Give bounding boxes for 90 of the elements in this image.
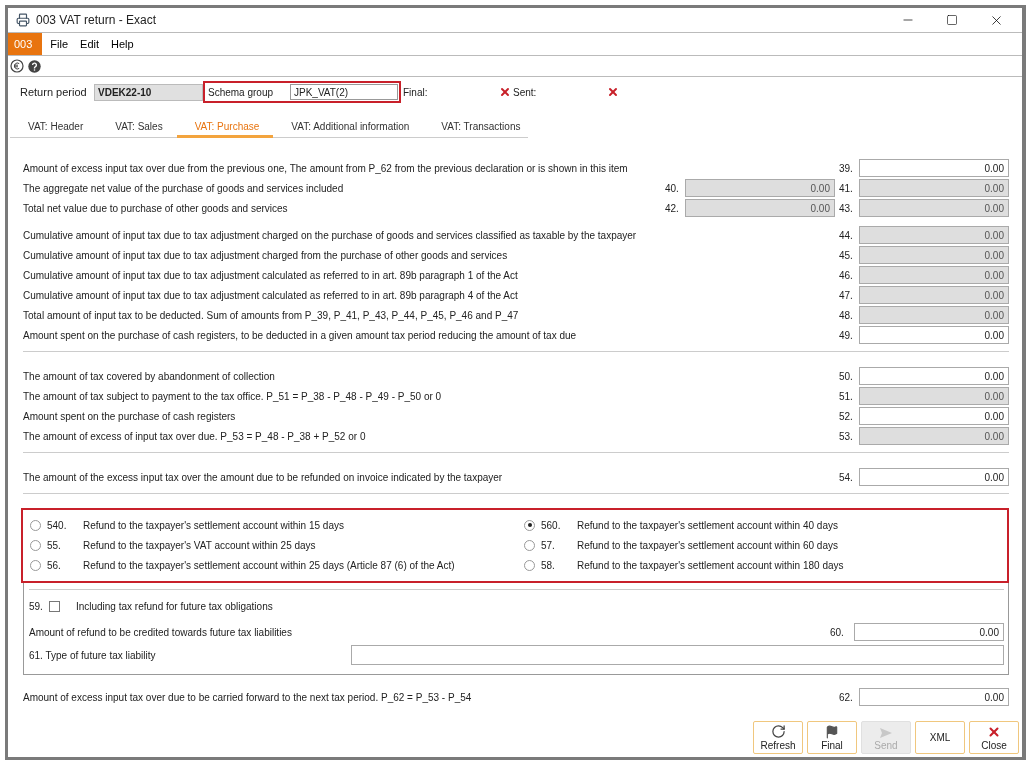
maximize-icon <box>946 14 958 26</box>
item-number: 43. <box>838 202 854 214</box>
amount-field[interactable]: 0.00 <box>859 326 1009 344</box>
flag-icon <box>825 725 839 739</box>
flag-label: Final: <box>402 86 429 98</box>
refund-option[interactable]: 540. Refund to the taxpayer's settlement account within 15 days <box>23 515 517 535</box>
input-field[interactable] <box>351 645 1004 665</box>
schema-group-field[interactable]: JPK_VAT(2) <box>290 84 398 100</box>
item-number: 40. <box>665 182 680 194</box>
row-label: The amount of tax covered by abandonment of collection <box>23 370 276 382</box>
return-period-field: VDEK22-10 <box>94 83 203 101</box>
item-number: 44. <box>838 229 854 241</box>
amount-field: 0.00 <box>859 387 1009 405</box>
amount-field[interactable]: 0.00 <box>859 367 1009 385</box>
close-icon <box>987 725 1001 739</box>
amount-field: 0.00 <box>859 306 1009 324</box>
row-label: Amount of excess input tax over due to be carried forward to the next tax period. P_62 = P_53 - P_54 <box>23 691 473 703</box>
refund-option[interactable]: 57. Refund to the taxpayer's settlement account within 60 days <box>517 535 1007 555</box>
row-label: Cumulative amount of input tax due to tax adjustment charged from the purchase of other goods and services <box>23 249 509 261</box>
amount-field: 0.00 <box>859 199 1009 217</box>
row-label: The aggregate net value of the purchase of goods and services included <box>23 182 345 194</box>
row-label: Amount spent on the purchase of cash registers <box>23 410 237 422</box>
item-number: 60. <box>830 626 845 638</box>
xml-button[interactable]: XML <box>915 721 965 754</box>
amount-field: 0.00 <box>859 226 1009 244</box>
refund-option[interactable]: 55. Refund to the taxpayer's VAT account within 25 days <box>23 535 517 555</box>
menu-item[interactable]: Edit <box>76 38 104 50</box>
tab[interactable]: VAT: Sales <box>97 117 177 138</box>
item-number: 59. <box>29 600 43 612</box>
refund-option[interactable]: 58. Refund to the taxpayer's settlement account within 180 days <box>517 555 1007 575</box>
row-label: Cumulative amount of input tax due to tax adjustment charged on the purchase of goods and services classified as taxable by the taxpayer <box>23 229 638 241</box>
checkbox[interactable] <box>48 600 60 612</box>
amount-field[interactable]: 0.00 <box>859 407 1009 425</box>
help-icon[interactable] <box>28 59 41 73</box>
amount-field[interactable]: 0.00 <box>854 623 1004 641</box>
item-number: 52. <box>838 410 854 422</box>
row-label: Total amount of input tax to be deducted. Sum of amounts from P_39, P_41, P_43, P_44, P_45, P_46 and P_47 <box>23 309 520 321</box>
row-label: Amount of excess input tax over due from the previous one, The amount from P_62 from the previous declaration or is shown in this item <box>23 162 629 174</box>
refund-option[interactable]: 560. Refund to the taxpayer's settlement account within 40 days <box>517 515 1007 535</box>
field-label: Schema group <box>208 86 275 98</box>
tab[interactable]: VAT: Additional information <box>273 117 424 138</box>
refresh-button[interactable]: Refresh <box>753 721 803 754</box>
item-number: 41. <box>838 182 854 194</box>
item-number: 48. <box>838 309 854 321</box>
row-label: Amount spent on the purchase of cash registers, to be deducted in a given amount tax period reducing the amount of tax due <box>23 329 578 341</box>
row-label: Amount of refund to be credited towards future tax liabilities <box>29 626 293 638</box>
amount-field[interactable]: 0.00 <box>859 468 1009 486</box>
row-label: The amount of tax subject to payment to the tax office. P_51 = P_38 - P_48 - P_49 - P_50 or 0 <box>23 390 443 402</box>
row-label: The amount of excess of input tax over due. P_53 = P_48 - P_38 + P_52 or 0 <box>23 430 367 442</box>
amount-field: 0.00 <box>859 427 1009 445</box>
item-number: 62. <box>838 691 854 703</box>
row-label: The amount of the excess input tax over the amount due to be refunded on invoice indicated by the taxpayer <box>23 471 504 483</box>
item-number: 47. <box>838 289 854 301</box>
item-number: 49. <box>838 329 854 341</box>
window-title: 003 VAT return - Exact <box>36 13 158 27</box>
row-label: 61. Type of future tax liability <box>29 649 157 661</box>
amount-field[interactable]: 0.00 <box>859 159 1009 177</box>
item-number: 42. <box>665 202 680 214</box>
refund-option[interactable]: 56. Refund to the taxpayer's settlement account within 25 days (Article 87 (6) of the Act) <box>23 555 517 575</box>
euro-icon[interactable] <box>10 59 24 73</box>
item-number: 54. <box>838 471 854 483</box>
item-number: 45. <box>838 249 854 261</box>
row-label: Cumulative amount of input tax due to tax adjustment calculated as referred to in art. 89b paragraph 4 of the Act <box>23 289 519 301</box>
final-button[interactable]: Final <box>807 721 857 754</box>
refresh-icon <box>770 724 786 739</box>
amount-field: 0.00 <box>859 286 1009 304</box>
send-icon <box>879 727 893 739</box>
row-label: Cumulative amount of input tax due to tax adjustment calculated as referred to in art. 89b paragraph 1 of the Act <box>23 269 519 281</box>
app-badge: 003 <box>8 33 43 55</box>
item-number: 39. <box>838 162 854 174</box>
amount-field: 0.00 <box>685 179 835 197</box>
item-number: 50. <box>838 370 854 382</box>
menu-item[interactable]: File <box>46 38 73 50</box>
amount-field: 0.00 <box>859 246 1009 264</box>
field-label: Return period <box>20 86 88 98</box>
row-label: Total net value due to purchase of other goods and services <box>23 202 289 214</box>
amount-field: 0.00 <box>685 199 835 217</box>
item-number: 53. <box>838 430 854 442</box>
item-number: 51. <box>838 390 854 402</box>
item-number: 46. <box>838 269 854 281</box>
amount-field: 0.00 <box>859 179 1009 197</box>
flag-label: Sent: <box>512 86 538 98</box>
tab[interactable]: VAT: Header <box>10 117 98 138</box>
menu-item[interactable]: Help <box>107 38 138 50</box>
amount-field: 0.00 <box>859 266 1009 284</box>
amount-field[interactable]: 0.00 <box>859 688 1009 706</box>
checkbox-label: Including tax refund for future tax obligations <box>75 600 273 612</box>
close-button[interactable]: Close <box>969 721 1019 754</box>
tab[interactable]: VAT: Transactions <box>423 117 535 138</box>
printer-icon <box>16 13 30 27</box>
